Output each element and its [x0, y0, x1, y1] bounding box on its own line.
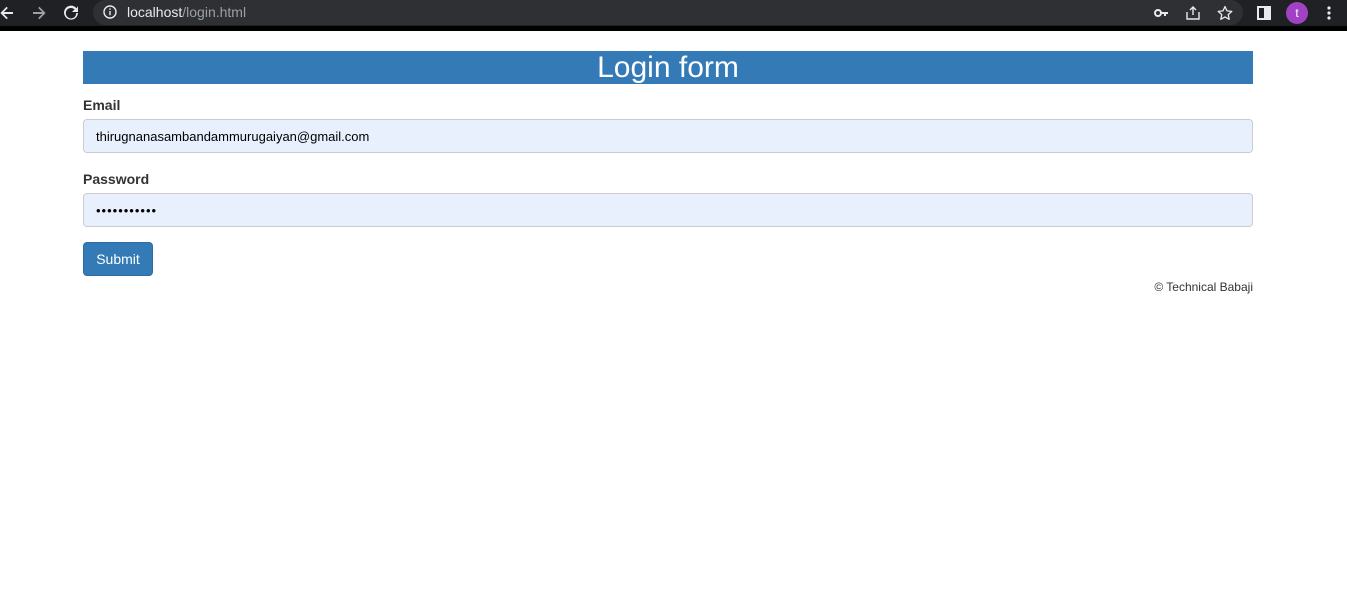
forward-icon[interactable]: [28, 2, 50, 24]
address-bar[interactable]: localhost/login.html: [93, 0, 1243, 25]
browser-toolbar: localhost/login.html t: [0, 0, 1347, 26]
password-label: Password: [83, 171, 150, 187]
back-icon[interactable]: [0, 2, 18, 24]
more-icon[interactable]: [1318, 2, 1340, 24]
url-path: /login.html: [182, 4, 247, 20]
email-label: Email: [83, 97, 121, 113]
share-icon[interactable]: [1182, 2, 1204, 24]
email-field[interactable]: [83, 119, 1253, 153]
page-title: Login form: [83, 51, 1253, 84]
side-panel-icon[interactable]: [1253, 2, 1275, 24]
url-text: localhost/login.html: [127, 4, 246, 20]
url-host: localhost: [127, 4, 183, 20]
star-icon[interactable]: [1214, 2, 1236, 24]
password-field[interactable]: [83, 193, 1253, 227]
key-icon[interactable]: [1150, 2, 1172, 24]
login-container: Login form Email Password Submit © Techn…: [83, 51, 1253, 294]
avatar[interactable]: t: [1286, 2, 1308, 24]
toolbar-divider: [0, 26, 1347, 31]
submit-button[interactable]: Submit: [83, 242, 153, 276]
info-icon[interactable]: [103, 5, 117, 19]
reload-icon[interactable]: [60, 2, 82, 24]
footer-copyright: © Technical Babaji: [1154, 280, 1253, 294]
